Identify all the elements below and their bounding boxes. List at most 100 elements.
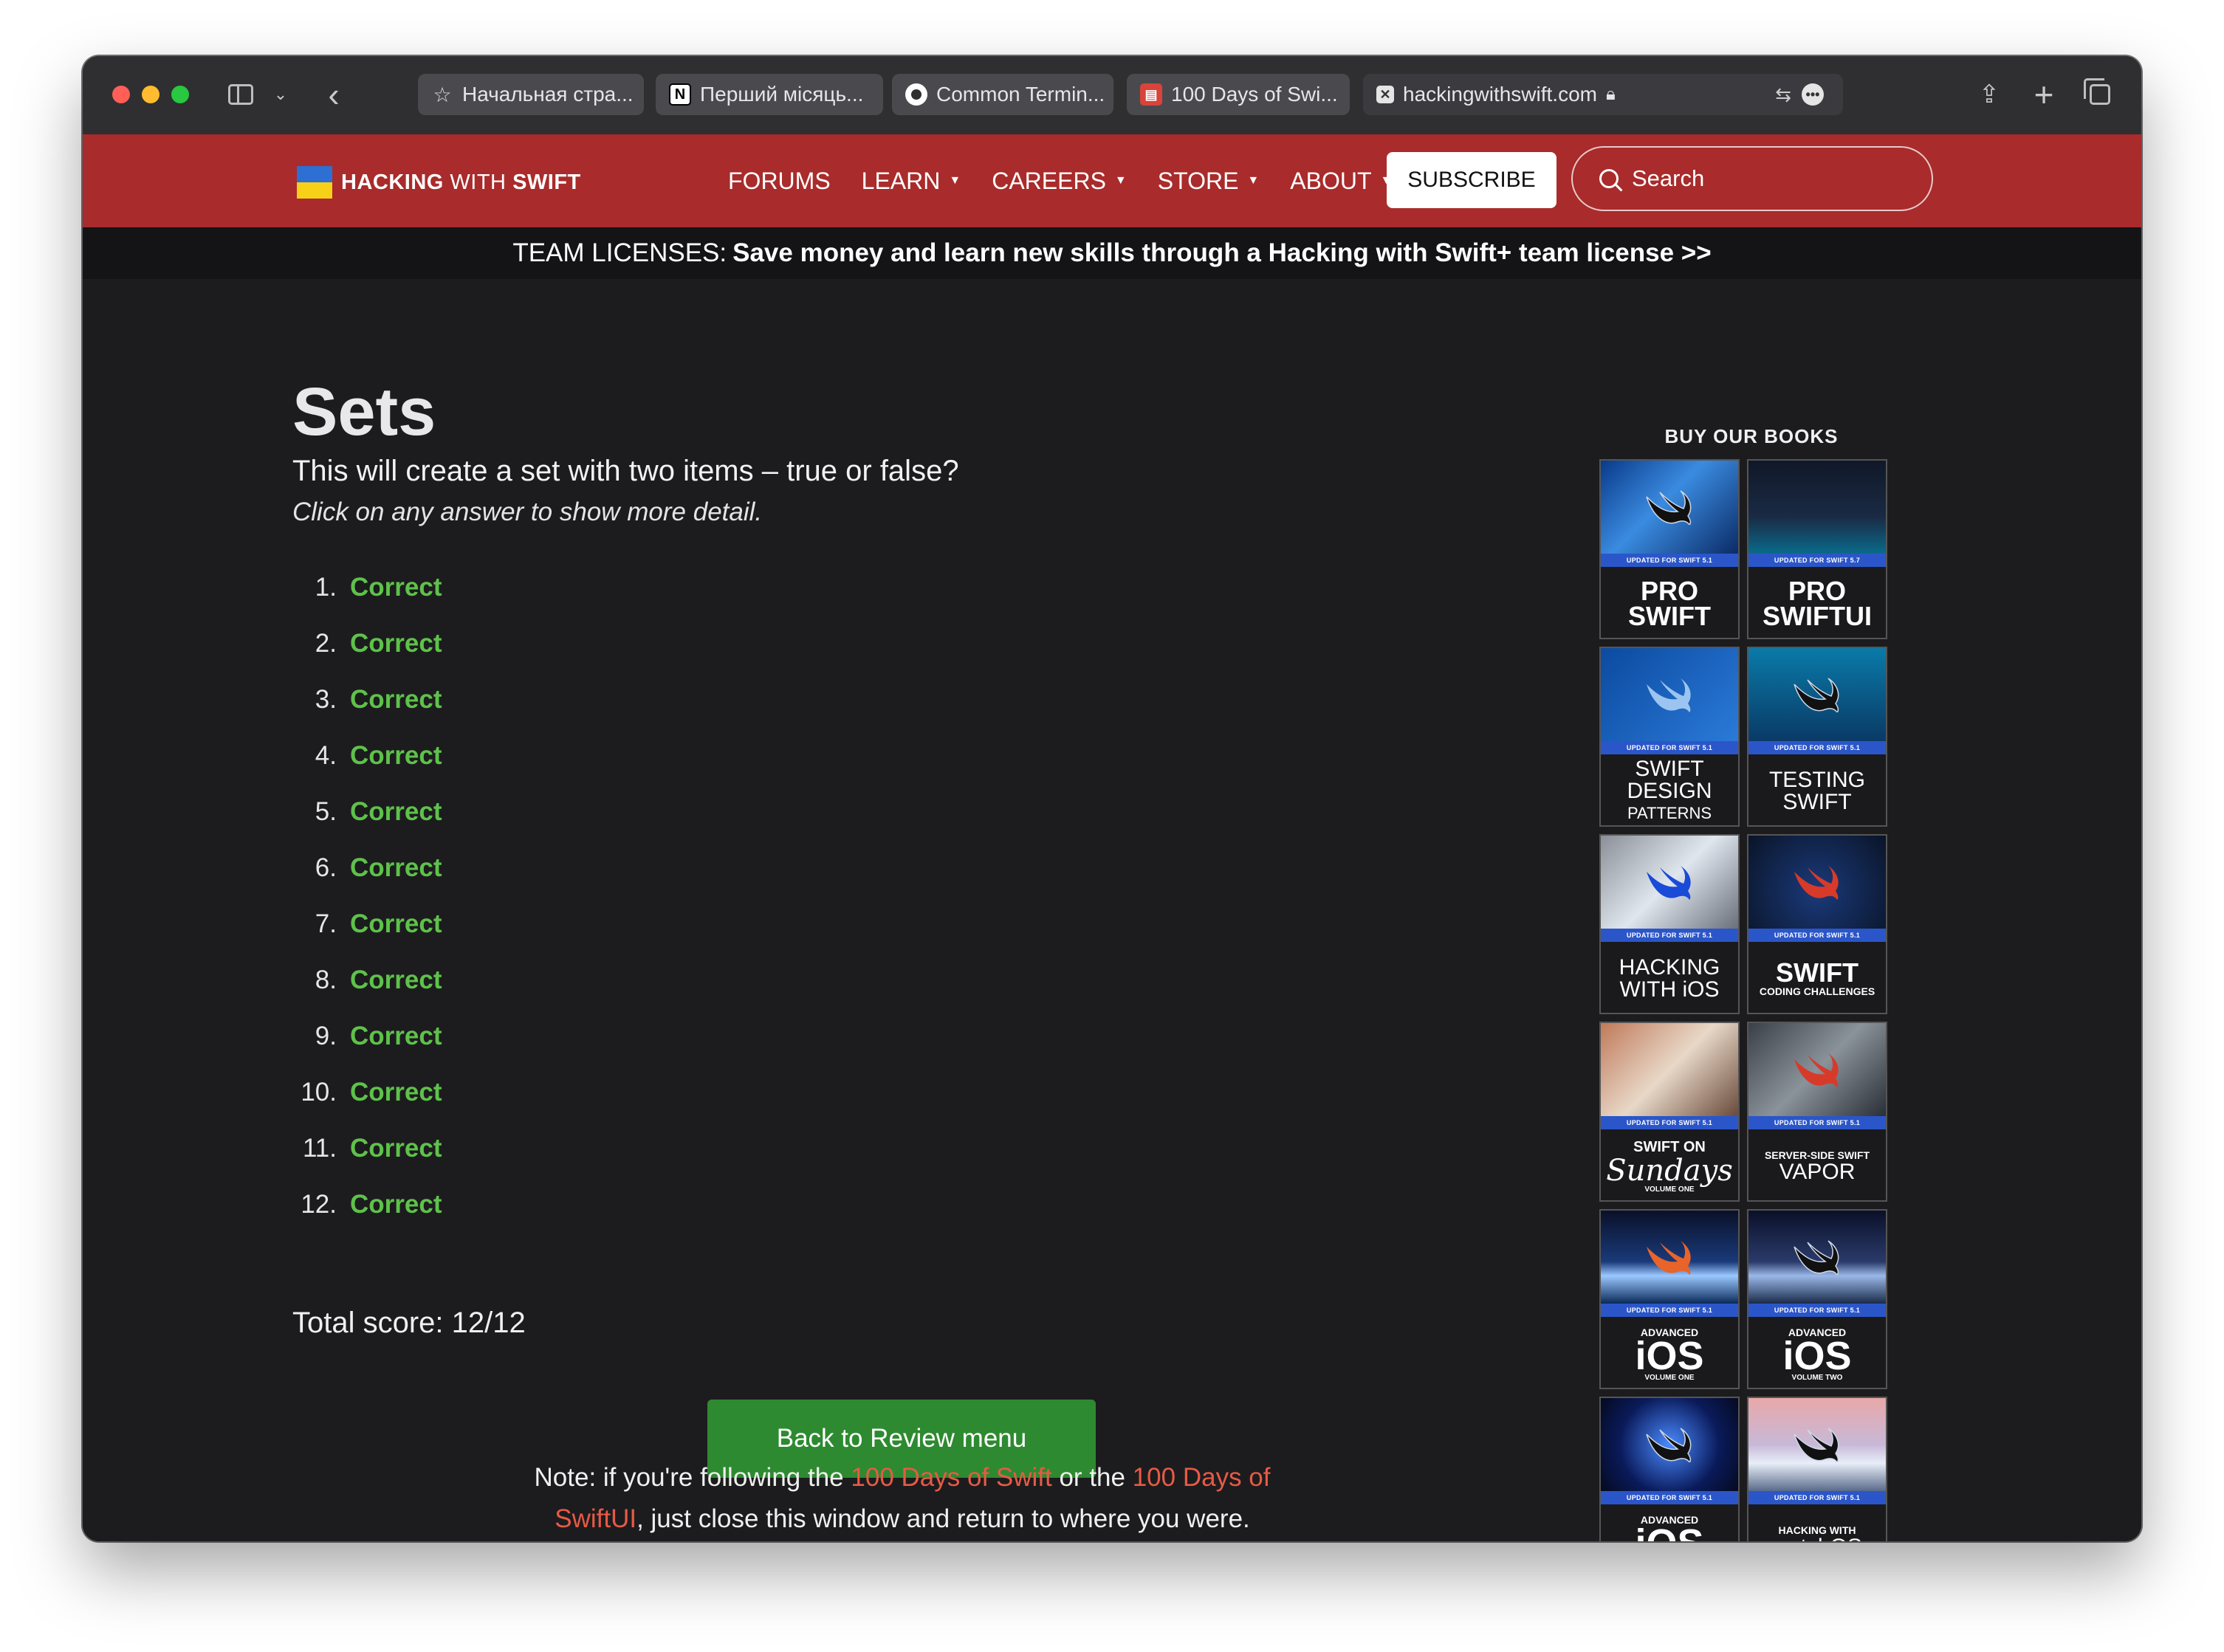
book-title-line: VOLUME ONE — [1644, 1185, 1695, 1194]
book-cover-art — [1748, 461, 1886, 554]
nav-store[interactable]: STORE ▼ — [1158, 168, 1260, 195]
sidebar-toggle-icon[interactable] — [226, 78, 255, 111]
swift-bird-icon — [1794, 1053, 1839, 1087]
translate-icon[interactable]: ⇆ — [1775, 83, 1791, 106]
browser-toolbar: ⌄ ‹ ☆ Начальная стра... N Перший місяць.… — [83, 56, 2141, 136]
book-title-line: Sundays — [1606, 1154, 1733, 1188]
minimize-window-button[interactable] — [142, 86, 159, 103]
site-logo[interactable]: HACKING WITH SWIFT — [297, 165, 581, 199]
book-title: SWIFT CODING CHALLENGES — [1748, 942, 1886, 1013]
book-title-line: TESTING — [1768, 768, 1865, 792]
book-cover-art — [1601, 1023, 1738, 1116]
book-title: ADVANCED iOS VOLUME TWO — [1748, 1317, 1886, 1388]
book-cover[interactable]: UPDATED FOR SWIFT 5.1 TESTING SWIFT — [1747, 647, 1887, 827]
browser-tab[interactable]: Common Termin... — [892, 74, 1113, 115]
tab-label: Common Termin... — [936, 83, 1105, 106]
nav-forums[interactable]: FORUMS — [728, 168, 831, 195]
answer-item: 5. Correct — [315, 797, 442, 827]
book-cover[interactable]: UPDATED FOR SWIFT 5.1 PRO SWIFT — [1599, 459, 1740, 639]
close-window-button[interactable] — [112, 86, 130, 103]
book-ribbon: UPDATED FOR SWIFT 5.1 — [1601, 929, 1738, 942]
link-100-days-swift[interactable]: 100 Days of Swift — [851, 1463, 1051, 1492]
tab-label: Начальная стра... — [462, 83, 634, 106]
answer-link[interactable]: Correct — [350, 629, 442, 658]
close-tab-icon[interactable]: ✕ — [1376, 86, 1394, 103]
address-bar[interactable]: ✕ hackingwithswift.com 🔒︎ ⇆ ••• — [1363, 74, 1843, 115]
logo-text: HACKING WITH SWIFT — [341, 170, 581, 194]
book-cover[interactable]: UPDATED FOR SWIFT 5.1ADVANCEDiOSVOLUME T… — [1599, 1397, 1740, 1541]
book-ribbon: UPDATED FOR SWIFT 5.1 — [1601, 554, 1738, 567]
banner-prefix: TEAM LICENSES: — [512, 238, 727, 267]
answer-link[interactable]: Correct — [350, 909, 442, 939]
zoom-window-button[interactable] — [171, 86, 189, 103]
answer-link[interactable]: Correct — [350, 1134, 442, 1163]
back-arrow-icon[interactable]: ‹ — [319, 75, 349, 114]
answer-link[interactable]: Correct — [350, 1022, 442, 1051]
answer-item: 4. Correct — [315, 741, 442, 771]
share-icon[interactable]: ⇪ — [1974, 78, 2004, 111]
book-title: HACKING WITH iOS — [1601, 942, 1738, 1013]
book-cover[interactable]: UPDATED FOR SWIFT 5.1HACKING WITHwatchOS — [1747, 1397, 1887, 1541]
book-title-line: PRO — [1788, 576, 1846, 606]
book-cover[interactable]: UPDATED FOR SWIFT 5.1 ADVANCED iOS VOLUME O… — [1599, 1209, 1740, 1389]
answer-item: 10. Correct — [301, 1078, 442, 1107]
answer-item: 3. Correct — [315, 685, 442, 715]
answer-item: 6. Correct — [315, 853, 442, 883]
book-cover[interactable]: UPDATED FOR SWIFT 5.1 SWIFT DESIGN PATTERNS — [1599, 647, 1740, 827]
book-title-line: SWIFT — [1782, 790, 1852, 814]
browser-tab[interactable]: ☆ Начальная стра... — [418, 74, 644, 115]
book-title: ADVANCEDiOSVOLUME THREE — [1601, 1504, 1738, 1541]
book-ribbon: UPDATED FOR SWIFT 5.1 — [1601, 741, 1738, 754]
ukraine-flag-icon — [297, 166, 332, 199]
book-cover[interactable]: UPDATED FOR SWIFT 5.1 SWIFT CODING CHALLEN… — [1747, 834, 1887, 1014]
answer-item: 8. Correct — [315, 966, 442, 995]
new-tab-icon[interactable]: + — [2029, 75, 2059, 114]
search-box[interactable] — [1571, 146, 1933, 211]
swift-bird-icon — [1647, 866, 1691, 900]
more-icon[interactable]: ••• — [1802, 83, 1824, 106]
swift-bird-icon — [1794, 1240, 1839, 1275]
banner-link[interactable]: Save money and learn new skills through … — [732, 238, 1712, 268]
caret-down-icon: ▼ — [1247, 174, 1260, 187]
book-cover[interactable]: UPDATED FOR SWIFT 5.7 PRO SWIFTUI — [1747, 459, 1887, 639]
answer-link[interactable]: Correct — [350, 573, 442, 602]
chevron-down-icon[interactable]: ⌄ — [272, 78, 289, 111]
quiz-question: This will create a set with two items – … — [292, 455, 959, 487]
answer-link[interactable]: Correct — [350, 741, 442, 771]
browser-tab[interactable]: ▤ 100 Days of Swi... — [1127, 74, 1350, 115]
answer-link[interactable]: Correct — [350, 1078, 442, 1107]
book-title-line: SWIFT — [1776, 957, 1859, 988]
book-cover[interactable]: UPDATED FOR SWIFT 5.1ADVANCEDiOSVOLUME T… — [1747, 1209, 1887, 1389]
subscribe-button[interactable]: SUBSCRIBE — [1387, 152, 1557, 208]
quiz-hint: Click on any answer to show more detail. — [292, 498, 763, 526]
book-cover-art — [1748, 836, 1886, 929]
tab-overview-icon[interactable] — [2084, 78, 2116, 111]
book-cover[interactable]: UPDATED FOR SWIFT 5.1 SWIFT ON Sundays VOLU… — [1599, 1022, 1740, 1202]
nav-learn[interactable]: LEARN ▼ — [862, 168, 961, 195]
answer-link[interactable]: Correct — [350, 685, 442, 715]
nav-about[interactable]: ABOUT▼ — [1290, 168, 1392, 195]
promo-banner[interactable]: TEAM LICENSES: Save money and learn new … — [83, 227, 2141, 279]
book-title: PRO SWIFTUI — [1748, 567, 1886, 638]
answer-link[interactable]: Correct — [350, 966, 442, 995]
book-title-line: PRO — [1640, 576, 1698, 606]
book-title-line: watchOS — [1772, 1536, 1862, 1542]
answer-list: 1. Correct 2. Correct 3. Correct 4. Correct … — [292, 560, 442, 1233]
book-title-line: iOS — [1635, 1333, 1704, 1378]
lock-icon: 🔒︎ — [1605, 84, 1616, 104]
main-nav: FORUMS LEARN▼ CAREERS▼ STORE▼ ABOUT▼ — [728, 134, 1423, 227]
nav-careers[interactable]: CAREERS ▼ — [992, 168, 1127, 195]
book-cover[interactable]: UPDATED FOR SWIFT 5.1 HACKING WITH iOS — [1599, 834, 1740, 1014]
answer-item: 7. Correct — [315, 909, 442, 939]
note-text: Note: if you're following the 100 Days o… — [534, 1463, 1271, 1533]
book-cover[interactable]: UPDATED FOR SWIFT 5.1 SERVER-SIDE SWIFT VA… — [1747, 1022, 1887, 1202]
search-input[interactable] — [1630, 165, 1914, 193]
swift-bird-icon — [1646, 1428, 1692, 1462]
answer-link[interactable]: Correct — [350, 853, 442, 883]
book-cover-art — [1601, 1211, 1738, 1304]
answer-link[interactable]: Correct — [350, 797, 442, 827]
answer-item: 12. Correct — [301, 1190, 442, 1219]
answer-link[interactable]: Correct — [350, 1190, 442, 1219]
browser-tab[interactable]: N Перший місяць... — [656, 74, 883, 115]
github-icon — [905, 83, 927, 106]
